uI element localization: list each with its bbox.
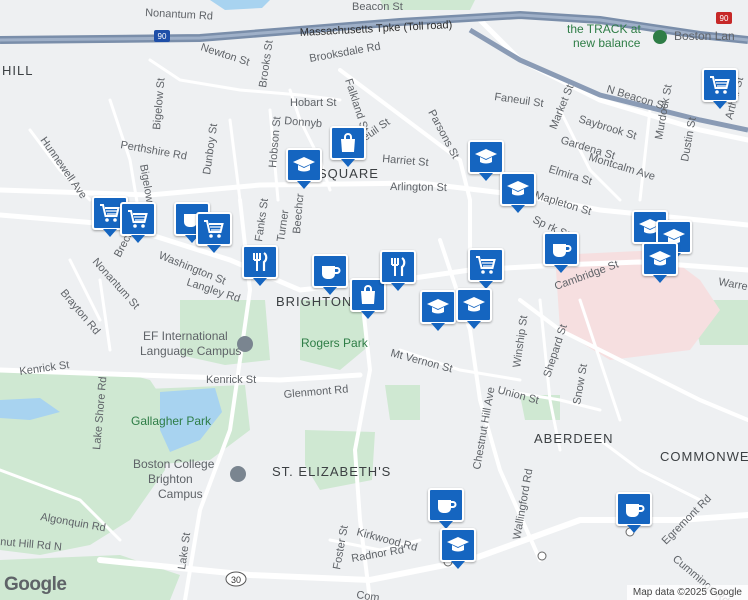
shopping-bag-icon (356, 284, 380, 306)
graduation-cap-icon (506, 178, 530, 200)
area-hill: HILL (2, 63, 33, 78)
svg-text:Beacon St: Beacon St (352, 1, 403, 13)
svg-text:the TRACK at: the TRACK at (567, 22, 641, 36)
shopping-bag-icon (336, 132, 360, 154)
svg-text:Kenrick St: Kenrick St (206, 374, 256, 386)
park-gallagher: Gallagher Park (131, 414, 212, 428)
svg-text:Campus: Campus (158, 487, 203, 501)
place-pin-icon (653, 30, 667, 44)
map-marker-fork-knife[interactable] (242, 245, 278, 286)
i90-shield-right: 90 (716, 12, 732, 24)
svg-text:90: 90 (158, 32, 167, 41)
school-icon (230, 466, 246, 482)
map-marker-shopping-cart[interactable] (196, 212, 232, 253)
poi-boston-landing[interactable]: Boston Lan (674, 29, 735, 43)
svg-text:Language Campus: Language Campus (140, 344, 241, 358)
svg-text:Boston College: Boston College (133, 457, 215, 471)
fork-knife-icon (248, 251, 272, 273)
shopping-cart-icon (98, 202, 122, 224)
map-marker-shopping-cart[interactable] (702, 68, 738, 109)
park-rogers: Rogers Park (301, 336, 369, 350)
map-marker-coffee-cup[interactable] (312, 254, 348, 295)
map-attribution[interactable]: Map data ©2025 Google (626, 585, 748, 600)
school-icon (237, 336, 253, 352)
map-marker-graduation-cap[interactable] (440, 528, 476, 569)
graduation-cap-icon (292, 154, 316, 176)
map-marker-graduation-cap[interactable] (420, 290, 456, 331)
i90-shield-left: 90 (154, 30, 170, 42)
area-commonwealth: COMMONWE (660, 449, 748, 464)
map-marker-shopping-bag[interactable] (330, 126, 366, 167)
graduation-cap-icon (474, 146, 498, 168)
map-marker-graduation-cap[interactable] (286, 148, 322, 189)
map-marker-coffee-cup[interactable] (428, 488, 464, 529)
coffee-cup-icon (549, 238, 573, 260)
graduation-cap-icon (446, 534, 470, 556)
area-aberdeen: ABERDEEN (534, 431, 614, 446)
coffee-cup-icon (318, 260, 342, 282)
rt30-shield: 30 (225, 571, 247, 587)
transit-stop (537, 551, 547, 561)
graduation-cap-icon (462, 294, 486, 316)
svg-text:new balance: new balance (573, 36, 641, 50)
map-marker-graduation-cap[interactable] (642, 242, 678, 283)
svg-text:Hobart St: Hobart St (290, 97, 336, 109)
coffee-cup-icon (434, 494, 458, 516)
shopping-cart-icon (202, 218, 226, 240)
map-marker-shopping-cart[interactable] (120, 202, 156, 243)
svg-text:30: 30 (231, 575, 241, 585)
map-marker-graduation-cap[interactable] (500, 172, 536, 213)
google-logo: Google (4, 574, 67, 595)
map-marker-coffee-cup[interactable] (543, 232, 579, 273)
svg-text:Brighton: Brighton (148, 472, 193, 486)
fork-knife-icon (386, 256, 410, 278)
map-marker-graduation-cap[interactable] (468, 140, 504, 181)
map-marker-fork-knife[interactable] (380, 250, 416, 291)
shopping-cart-icon (708, 74, 732, 96)
shopping-cart-icon (474, 254, 498, 276)
svg-text:EF International: EF International (143, 329, 228, 343)
area-square: SQUARE (318, 166, 379, 181)
map-marker-graduation-cap[interactable] (456, 288, 492, 329)
shopping-cart-icon (126, 208, 150, 230)
map-marker-shopping-cart[interactable] (468, 248, 504, 289)
graduation-cap-icon (648, 248, 672, 270)
area-brighton: BRIGHTON (276, 294, 352, 309)
map-marker-coffee-cup[interactable] (616, 492, 652, 533)
area-st-elizabeths: ST. ELIZABETH'S (272, 464, 391, 479)
svg-text:90: 90 (720, 14, 729, 23)
svg-text:Arlington St: Arlington St (390, 181, 447, 194)
graduation-cap-icon (426, 296, 450, 318)
coffee-cup-icon (622, 498, 646, 520)
